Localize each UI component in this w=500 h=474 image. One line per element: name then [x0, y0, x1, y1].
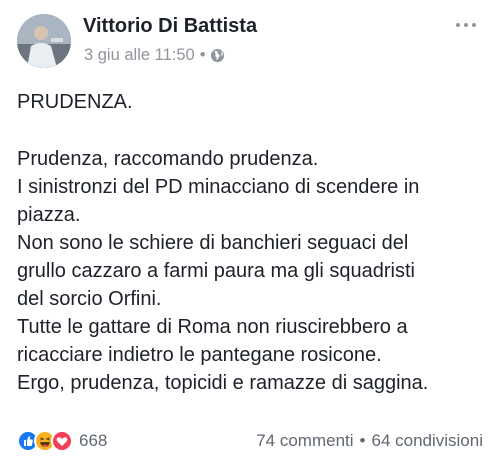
- meta-separator: •: [199, 46, 206, 64]
- globe-icon[interactable]: [210, 48, 225, 63]
- post-line: grullo cazzaro a farmi paura ma gli squa…: [17, 260, 415, 282]
- post-header: Vittorio Di Battista 3 giu alle 11:50 •: [17, 13, 483, 69]
- reaction-count: 668: [79, 431, 108, 450]
- post-line: I sinistronzi del PD minacciano di scend…: [17, 176, 420, 198]
- author-name[interactable]: Vittorio Di Battista: [83, 15, 257, 38]
- post-timestamp[interactable]: 3 giu alle 11:50: [84, 46, 195, 65]
- post-footer: 668 74 commenti • 64 condivisioni: [17, 427, 483, 457]
- post-line: ricacciare indietro le pantegane rosicon…: [17, 344, 382, 366]
- post-line: Tutte le gattare di Roma non riuscirebbe…: [17, 316, 408, 338]
- avatar[interactable]: [17, 14, 71, 68]
- engagement-counts: 74 commenti • 64 condivisioni: [256, 431, 483, 451]
- more-options-icon[interactable]: [449, 13, 483, 37]
- reactions-summary[interactable]: 668: [17, 430, 107, 452]
- post-body: PRUDENZA. Prudenza, raccomando prudenza.…: [17, 88, 487, 397]
- avatar-photo: [17, 14, 71, 68]
- counts-separator: •: [359, 431, 366, 450]
- post-line: Non sono le schiere di banchieri seguaci…: [17, 232, 409, 254]
- comments-count[interactable]: 74 commenti: [256, 431, 353, 451]
- post-meta: 3 giu alle 11:50 •: [84, 46, 225, 65]
- shares-count[interactable]: 64 condivisioni: [371, 431, 483, 451]
- post-line: Prudenza, raccomando prudenza.: [17, 148, 319, 170]
- post-title: PRUDENZA.: [17, 91, 133, 113]
- post-line: Ergo, prudenza, topicidi e ramazze di sa…: [17, 372, 429, 394]
- post-line: del sorcio Orfini.: [17, 288, 162, 310]
- post-line: piazza.: [17, 204, 81, 226]
- love-reaction-icon: [51, 430, 73, 452]
